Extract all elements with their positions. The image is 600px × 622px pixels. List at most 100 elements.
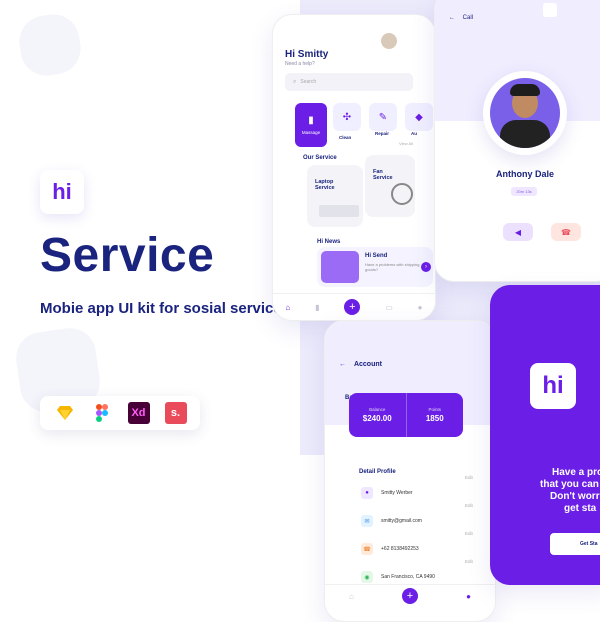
category-clean[interactable]: ✣	[333, 103, 361, 131]
service-card-fan[interactable]: Fan Service	[365, 155, 415, 217]
laptop-image	[319, 205, 359, 217]
back-button[interactable]: ← Call	[449, 15, 473, 21]
call-screen-phone: ← Call Anthony Dale 20m 13s ◀ ☎	[434, 0, 600, 282]
arrow-left-icon: ←	[449, 15, 455, 21]
home-screen-phone: Hi Smitty Need a help? ⌕ Search ▮ Massag…	[272, 14, 436, 321]
add-button[interactable]: +	[401, 588, 418, 604]
caller-name: Anthony Dale	[495, 169, 554, 179]
points-value: 1850	[425, 414, 444, 423]
balance-value: $240.00	[362, 414, 392, 423]
search-input[interactable]: ⌕ Search	[285, 73, 413, 91]
call-duration: 20m 13s	[511, 187, 537, 196]
add-button[interactable]: +	[344, 299, 361, 315]
profile-icon[interactable]: ●	[418, 303, 423, 312]
back-button[interactable]: ← Account	[339, 361, 382, 368]
search-placeholder: Search	[300, 79, 317, 85]
tool-icons-bar: Xd s.	[40, 396, 200, 430]
location-icon: ◉	[361, 571, 373, 583]
category-more[interactable]: ◆	[405, 103, 433, 131]
profile-value: San Francisco, CA 9490	[381, 574, 435, 580]
caller-avatar	[483, 71, 567, 155]
headline-line: Have a probl	[552, 467, 600, 478]
greeting: Hi Smitty	[285, 49, 329, 60]
account-screen-phone: ← Account Balance Balance $240.00 Points…	[324, 320, 496, 622]
profile-icon[interactable]: ●	[466, 592, 471, 601]
category-label: Clean	[339, 135, 352, 140]
subgreeting: Need a help?	[285, 61, 315, 67]
get-started-button[interactable]: Get Sta	[550, 533, 600, 555]
profile-row-name: ● Smitty Werber	[361, 487, 413, 499]
profile-value: Smitty Werber	[381, 490, 413, 496]
hero-subtitle: Mobie app UI kit for sosial service	[40, 300, 282, 317]
mail-icon: ✉	[361, 515, 373, 527]
splash-logo-text: hi	[542, 372, 564, 399]
home-icon[interactable]: ⌂	[349, 592, 354, 601]
phone-icon: ☎	[561, 227, 571, 237]
repair-icon: ✎	[378, 111, 388, 123]
splash-screen-phone: hi Have a probl that you can s Don't wor…	[490, 285, 600, 585]
caller-photo	[490, 78, 560, 148]
bottom-nav: ⌂ + ●	[325, 584, 495, 607]
splash-headline: Have a probl that you can s Don't worr g…	[540, 467, 600, 515]
news-image	[321, 251, 359, 283]
view-all-link[interactable]: View All	[399, 141, 413, 146]
category-icon: ◆	[415, 111, 423, 123]
back-label: Call	[462, 15, 474, 21]
news-card[interactable]: Hi Send Have a problems with shipping go…	[317, 247, 433, 287]
chevron-right-icon[interactable]: ›	[421, 262, 431, 272]
brand-logo-text: hi	[52, 179, 72, 204]
bottom-nav: ⌂ ▮ + ▭ ●	[273, 293, 435, 320]
speaker-icon: ◀	[514, 227, 522, 237]
section-title: Our Service	[303, 155, 337, 161]
brand-logo: hi	[40, 170, 84, 214]
category-repair[interactable]: ✎	[369, 103, 397, 131]
points-block: Points 1850	[405, 393, 464, 437]
decor-shape	[16, 11, 84, 79]
speaker-button[interactable]: ◀	[503, 223, 533, 241]
xd-icon: Xd	[127, 402, 150, 424]
service-label: Fan Service	[373, 169, 393, 181]
profile-row-email: ✉ smitty@gmail.com	[361, 515, 422, 527]
news-title: Hi News	[317, 239, 341, 245]
s-icon: s.	[164, 402, 187, 424]
edit-button[interactable]: Edit	[465, 503, 473, 508]
headline-line: get sta	[564, 503, 597, 514]
user-icon: ●	[361, 487, 373, 499]
chat-icon[interactable]: ▭	[385, 303, 393, 312]
detail-title: Detail Profile	[359, 469, 396, 475]
bookmark-icon[interactable]: ▮	[315, 303, 319, 312]
points-caption: Points	[428, 407, 441, 412]
search-icon: ⌕	[293, 78, 297, 85]
service-card-laptop[interactable]: Laptop Service	[307, 165, 363, 227]
edit-button[interactable]: Edit	[465, 475, 473, 480]
category-label: Repair	[375, 131, 390, 136]
profile-row-address: ◉ San Francisco, CA 9490	[361, 571, 435, 583]
category-massage[interactable]: ▮ Massage	[295, 103, 327, 147]
sketch-icon	[54, 402, 76, 424]
clean-icon: ✣	[342, 111, 352, 123]
account-title: Account	[353, 361, 382, 368]
fan-image	[391, 183, 413, 205]
figma-icon	[91, 402, 113, 424]
profile-value: smitty@gmail.com	[381, 518, 422, 524]
home-icon[interactable]: ⌂	[285, 303, 290, 312]
headline-line: Don't worr	[550, 491, 600, 502]
avatar[interactable]	[381, 33, 397, 49]
category-label: Au	[411, 131, 417, 136]
splash-logo: hi	[530, 363, 576, 409]
phone-icon: ☎	[361, 543, 373, 555]
message-icon[interactable]	[543, 3, 557, 17]
service-label: Laptop Service	[315, 179, 335, 191]
end-call-button[interactable]: ☎	[551, 223, 581, 241]
headline-line: that you can s	[540, 479, 600, 490]
edit-button[interactable]: Edit	[465, 531, 473, 536]
edit-button[interactable]: Edit	[465, 559, 473, 564]
profile-row-phone: ☎ +62 8138492253	[361, 543, 419, 555]
news-body: Have a problems with shipping goods?	[365, 262, 420, 272]
balance-caption: Balance	[369, 407, 386, 412]
balance-block: Balance $240.00	[349, 393, 406, 437]
category-label: Massage	[301, 130, 321, 135]
news-headline: Hi Send	[365, 253, 388, 259]
balance-card[interactable]: Balance $240.00 Points 1850	[349, 393, 463, 437]
arrow-left-icon: ←	[339, 361, 346, 368]
